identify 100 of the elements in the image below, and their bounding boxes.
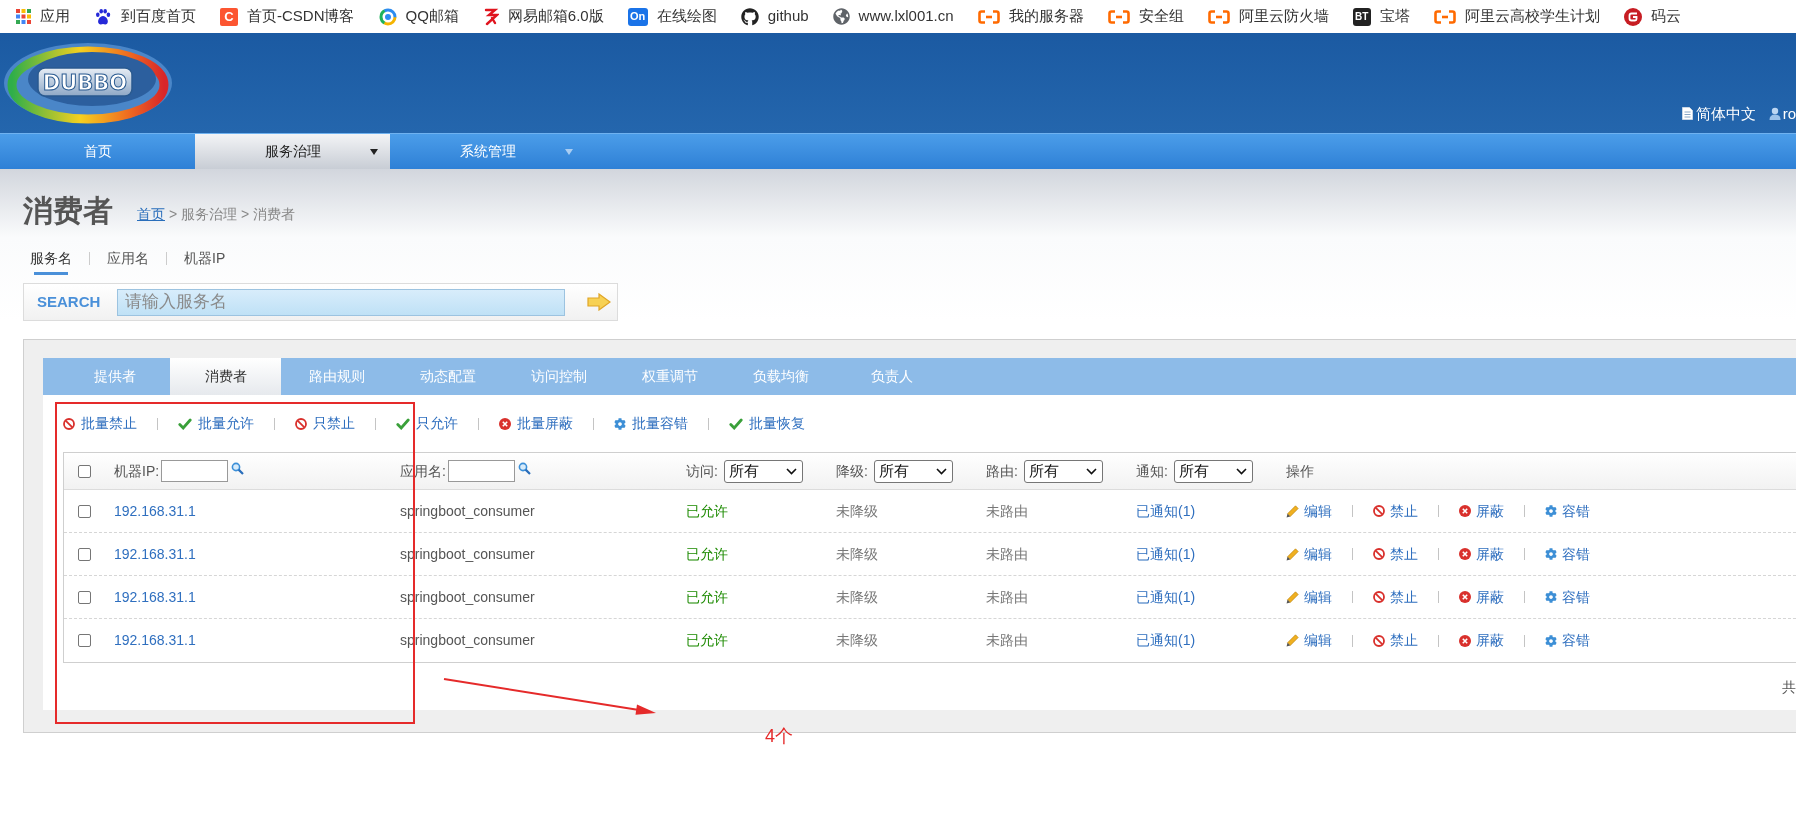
table-link[interactable]: 192.168.31.1 <box>114 586 196 608</box>
nav-tab[interactable]: 服务治理 <box>195 134 390 169</box>
bookmark-link[interactable]: 网易邮箱6.0版 <box>507 5 604 28</box>
checkbox[interactable] <box>78 590 91 604</box>
bracket-icon <box>1433 9 1456 24</box>
row-action[interactable]: 编辑 <box>1286 630 1332 651</box>
close-circle-icon <box>1459 548 1471 560</box>
table-link[interactable]: 已通知(1) <box>1136 586 1196 608</box>
column-header: 通知: <box>1136 461 1168 481</box>
row-action[interactable]: 容错 <box>1545 630 1590 651</box>
check-icon <box>729 417 743 430</box>
logo-text: DUBBO <box>37 67 133 97</box>
letter-tile: C <box>220 7 238 26</box>
swirl-ring-icon <box>378 7 397 26</box>
bookmark-link[interactable]: www.lxl001.cn <box>858 5 954 28</box>
filter-select[interactable]: 所有 <box>1023 459 1103 483</box>
column-header: 应用名: <box>400 461 446 481</box>
bookmark-link[interactable]: 到百度首页 <box>121 5 196 28</box>
column-header: 路由: <box>986 461 1018 481</box>
row-action[interactable]: 禁止 <box>1373 543 1418 565</box>
nav-tab[interactable]: 首页 <box>0 134 195 169</box>
search-label: SEARCH <box>36 291 102 312</box>
search-icon[interactable] <box>517 461 531 475</box>
tab[interactable]: 消费者 <box>170 358 281 395</box>
table-cell-text: 未降级 <box>836 587 878 607</box>
chevron-down-icon <box>935 467 947 475</box>
close-circle-icon <box>499 417 511 430</box>
pencil-icon <box>1286 590 1299 604</box>
nav-tab[interactable]: 系统管理 <box>390 134 585 169</box>
row-action[interactable]: 屏蔽 <box>1459 543 1504 565</box>
filter-select[interactable]: 所有 <box>723 459 803 483</box>
table-link[interactable]: 192.168.31.1 <box>114 543 196 565</box>
bookmark-link[interactable]: 我的服务器 <box>1008 5 1084 28</box>
bookmark-link[interactable]: 应用 <box>40 5 70 28</box>
ban-icon <box>1373 634 1385 647</box>
toolbar-action[interactable]: 批量允许 <box>178 413 254 434</box>
checkbox[interactable] <box>78 547 91 561</box>
table-cell-text: 未路由 <box>986 587 1028 607</box>
checkbox[interactable] <box>78 464 91 478</box>
bookmark-link[interactable]: 阿里云防火墙 <box>1238 5 1329 28</box>
pagination-text: 共 <box>1782 677 1796 697</box>
row-action[interactable]: 屏蔽 <box>1459 500 1504 522</box>
row-action[interactable]: 屏蔽 <box>1459 630 1504 651</box>
user-name[interactable]: ro <box>1782 102 1796 125</box>
row-action[interactable]: 禁止 <box>1373 500 1418 522</box>
filter-select[interactable]: 所有 <box>873 459 953 483</box>
row-action[interactable]: 禁止 <box>1373 586 1418 608</box>
bookmark-link[interactable]: 在线绘图 <box>656 5 717 28</box>
row-action[interactable]: 容错 <box>1545 500 1590 522</box>
row-action[interactable]: 编辑 <box>1286 500 1332 522</box>
table-link[interactable]: 已通知(1) <box>1136 630 1196 651</box>
bookmark-link[interactable]: 首页-CSDN博客 <box>247 5 355 28</box>
letter-tile: BT <box>1352 7 1371 26</box>
close-circle-icon <box>1459 505 1471 517</box>
table-cell-text: 未路由 <box>986 544 1028 564</box>
search-type-tab[interactable]: 应用名 <box>107 248 149 275</box>
table-link[interactable]: 192.168.31.1 <box>114 630 196 651</box>
row-action[interactable]: 屏蔽 <box>1459 586 1504 608</box>
chevron-down-icon <box>1235 467 1247 475</box>
toolbar-action[interactable]: 只允许 <box>396 413 458 434</box>
bookmark-link[interactable]: 码云 <box>1650 5 1681 28</box>
bracket-icon <box>1107 9 1130 24</box>
search-type-tab[interactable]: 服务名 <box>30 248 72 275</box>
table-link[interactable]: 已通知(1) <box>1136 543 1196 565</box>
filter-input[interactable] <box>161 460 229 482</box>
toolbar-action[interactable]: 批量容错 <box>614 413 688 434</box>
gear-icon <box>614 417 626 430</box>
bookmark-link[interactable]: github <box>767 5 809 28</box>
breadcrumb-link[interactable]: 首页 <box>137 204 165 225</box>
column-header: 机器IP: <box>114 461 160 481</box>
bracket-icon <box>977 9 1000 24</box>
search-icon[interactable] <box>231 461 245 475</box>
filter-select[interactable]: 所有 <box>1173 459 1253 483</box>
filter-input[interactable] <box>447 460 515 482</box>
row-action[interactable]: 编辑 <box>1286 586 1332 608</box>
table-cell-text: 未降级 <box>836 631 878 650</box>
toolbar-action[interactable]: 批量禁止 <box>63 413 137 434</box>
pencil-icon <box>1286 634 1299 647</box>
table-link[interactable]: 已通知(1) <box>1136 500 1196 522</box>
row-action[interactable]: 编辑 <box>1286 543 1332 565</box>
checkbox[interactable] <box>78 504 91 518</box>
row-action[interactable]: 禁止 <box>1373 630 1418 651</box>
toolbar-action[interactable]: 批量恢复 <box>729 413 805 434</box>
close-circle-icon <box>1459 591 1471 603</box>
toolbar-action[interactable]: 批量屏蔽 <box>499 413 573 434</box>
search-field[interactable]: 请输入服务名 <box>117 288 565 316</box>
letter-tile: On <box>627 7 648 26</box>
bookmark-link[interactable]: 阿里云高校学生计划 <box>1464 5 1600 28</box>
bookmark-link[interactable]: QQ邮箱 <box>405 5 459 28</box>
language-link[interactable]: 简体中文 <box>1695 102 1756 125</box>
paw-icon <box>94 7 112 26</box>
search-type-tab[interactable]: 机器IP <box>184 248 226 275</box>
chevron-down-icon <box>1085 467 1097 475</box>
table-link[interactable]: 192.168.31.1 <box>114 500 196 522</box>
bookmark-link[interactable]: 宝塔 <box>1379 5 1410 28</box>
row-action[interactable]: 容错 <box>1545 586 1590 608</box>
checkbox[interactable] <box>78 634 91 647</box>
bookmark-link[interactable]: 安全组 <box>1138 5 1184 28</box>
row-action[interactable]: 容错 <box>1545 543 1590 565</box>
toolbar-action[interactable]: 只禁止 <box>295 413 355 434</box>
